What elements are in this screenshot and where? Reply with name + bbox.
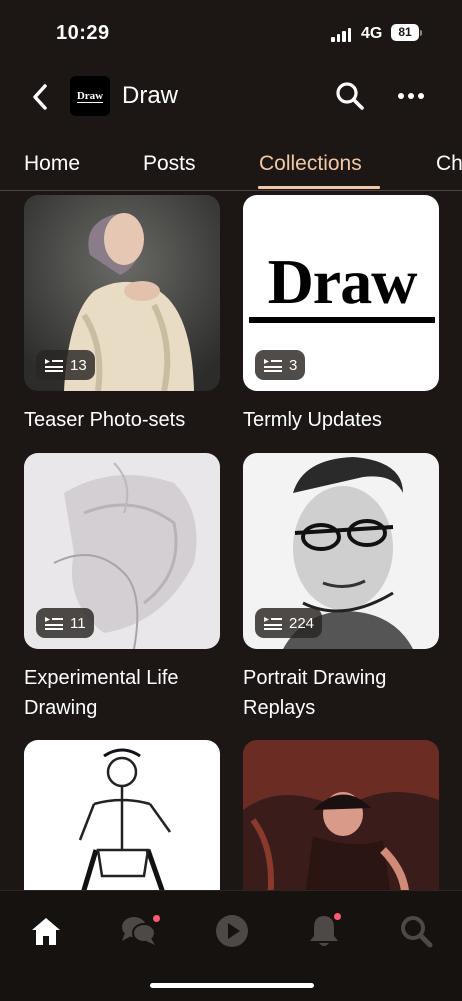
collection-thumbnail	[243, 740, 439, 890]
bottom-navigation	[0, 890, 462, 1001]
search-icon	[336, 82, 364, 110]
play-icon	[216, 915, 248, 947]
item-count-badge: 11	[36, 608, 94, 638]
app-header: Draw Draw	[0, 70, 462, 124]
more-options-button[interactable]	[398, 84, 430, 108]
creator-logo-text: Draw	[76, 89, 104, 103]
status-time: 10:29	[56, 22, 110, 44]
search-icon	[401, 916, 433, 948]
nav-play[interactable]	[210, 909, 254, 953]
signal-icon	[331, 27, 351, 42]
collection-thumbnail	[24, 740, 220, 890]
playlist-icon	[45, 359, 63, 372]
notification-dot	[153, 915, 160, 922]
home-icon	[32, 918, 60, 945]
item-count: 224	[289, 614, 315, 632]
item-count: 13	[70, 356, 87, 374]
tab-collections[interactable]: Collections	[259, 152, 362, 176]
item-count-badge: 224	[255, 608, 323, 638]
page-title: Draw	[122, 82, 179, 109]
notification-dot	[334, 913, 341, 920]
active-tab-indicator	[258, 186, 380, 189]
thumbnail-logo-text: Draw	[267, 246, 418, 317]
nav-chats[interactable]	[117, 909, 161, 953]
status-bar: 10:29 4G 81	[0, 0, 462, 70]
item-count-badge: 13	[36, 350, 95, 380]
playlist-icon	[264, 359, 282, 372]
nav-search[interactable]	[394, 909, 438, 953]
chevron-left-icon	[33, 84, 47, 110]
tab-bar: Home Posts Collections Ch	[0, 124, 462, 191]
collection-title: Teaser Photo-sets	[24, 409, 186, 431]
item-count: 11	[70, 614, 86, 632]
item-count: 3	[289, 356, 298, 374]
nav-notifications[interactable]	[302, 909, 346, 953]
tab-chats[interactable]: Ch	[436, 152, 462, 176]
collection-title: Termly Updates	[243, 409, 382, 431]
tab-posts[interactable]: Posts	[143, 152, 196, 176]
battery-icon: 81	[391, 24, 419, 41]
item-count-badge: 3	[255, 350, 306, 380]
search-button[interactable]	[334, 80, 366, 112]
collections-grid: 13 Teaser Photo-sets Draw 3 Termly Updat…	[0, 190, 462, 890]
logo-underline	[249, 317, 435, 323]
playlist-icon	[45, 617, 63, 630]
battery-tip	[420, 30, 422, 36]
collection-title: Experimental Life Drawing	[24, 667, 179, 719]
network-type: 4G	[361, 25, 383, 42]
back-button[interactable]	[26, 80, 56, 114]
collection-title: Portrait Drawing Replays	[243, 667, 387, 719]
creator-avatar[interactable]: Draw	[70, 76, 110, 116]
tab-home[interactable]: Home	[24, 152, 80, 176]
playlist-icon	[264, 617, 282, 630]
nav-home[interactable]	[24, 909, 68, 953]
home-indicator[interactable]	[150, 983, 314, 988]
